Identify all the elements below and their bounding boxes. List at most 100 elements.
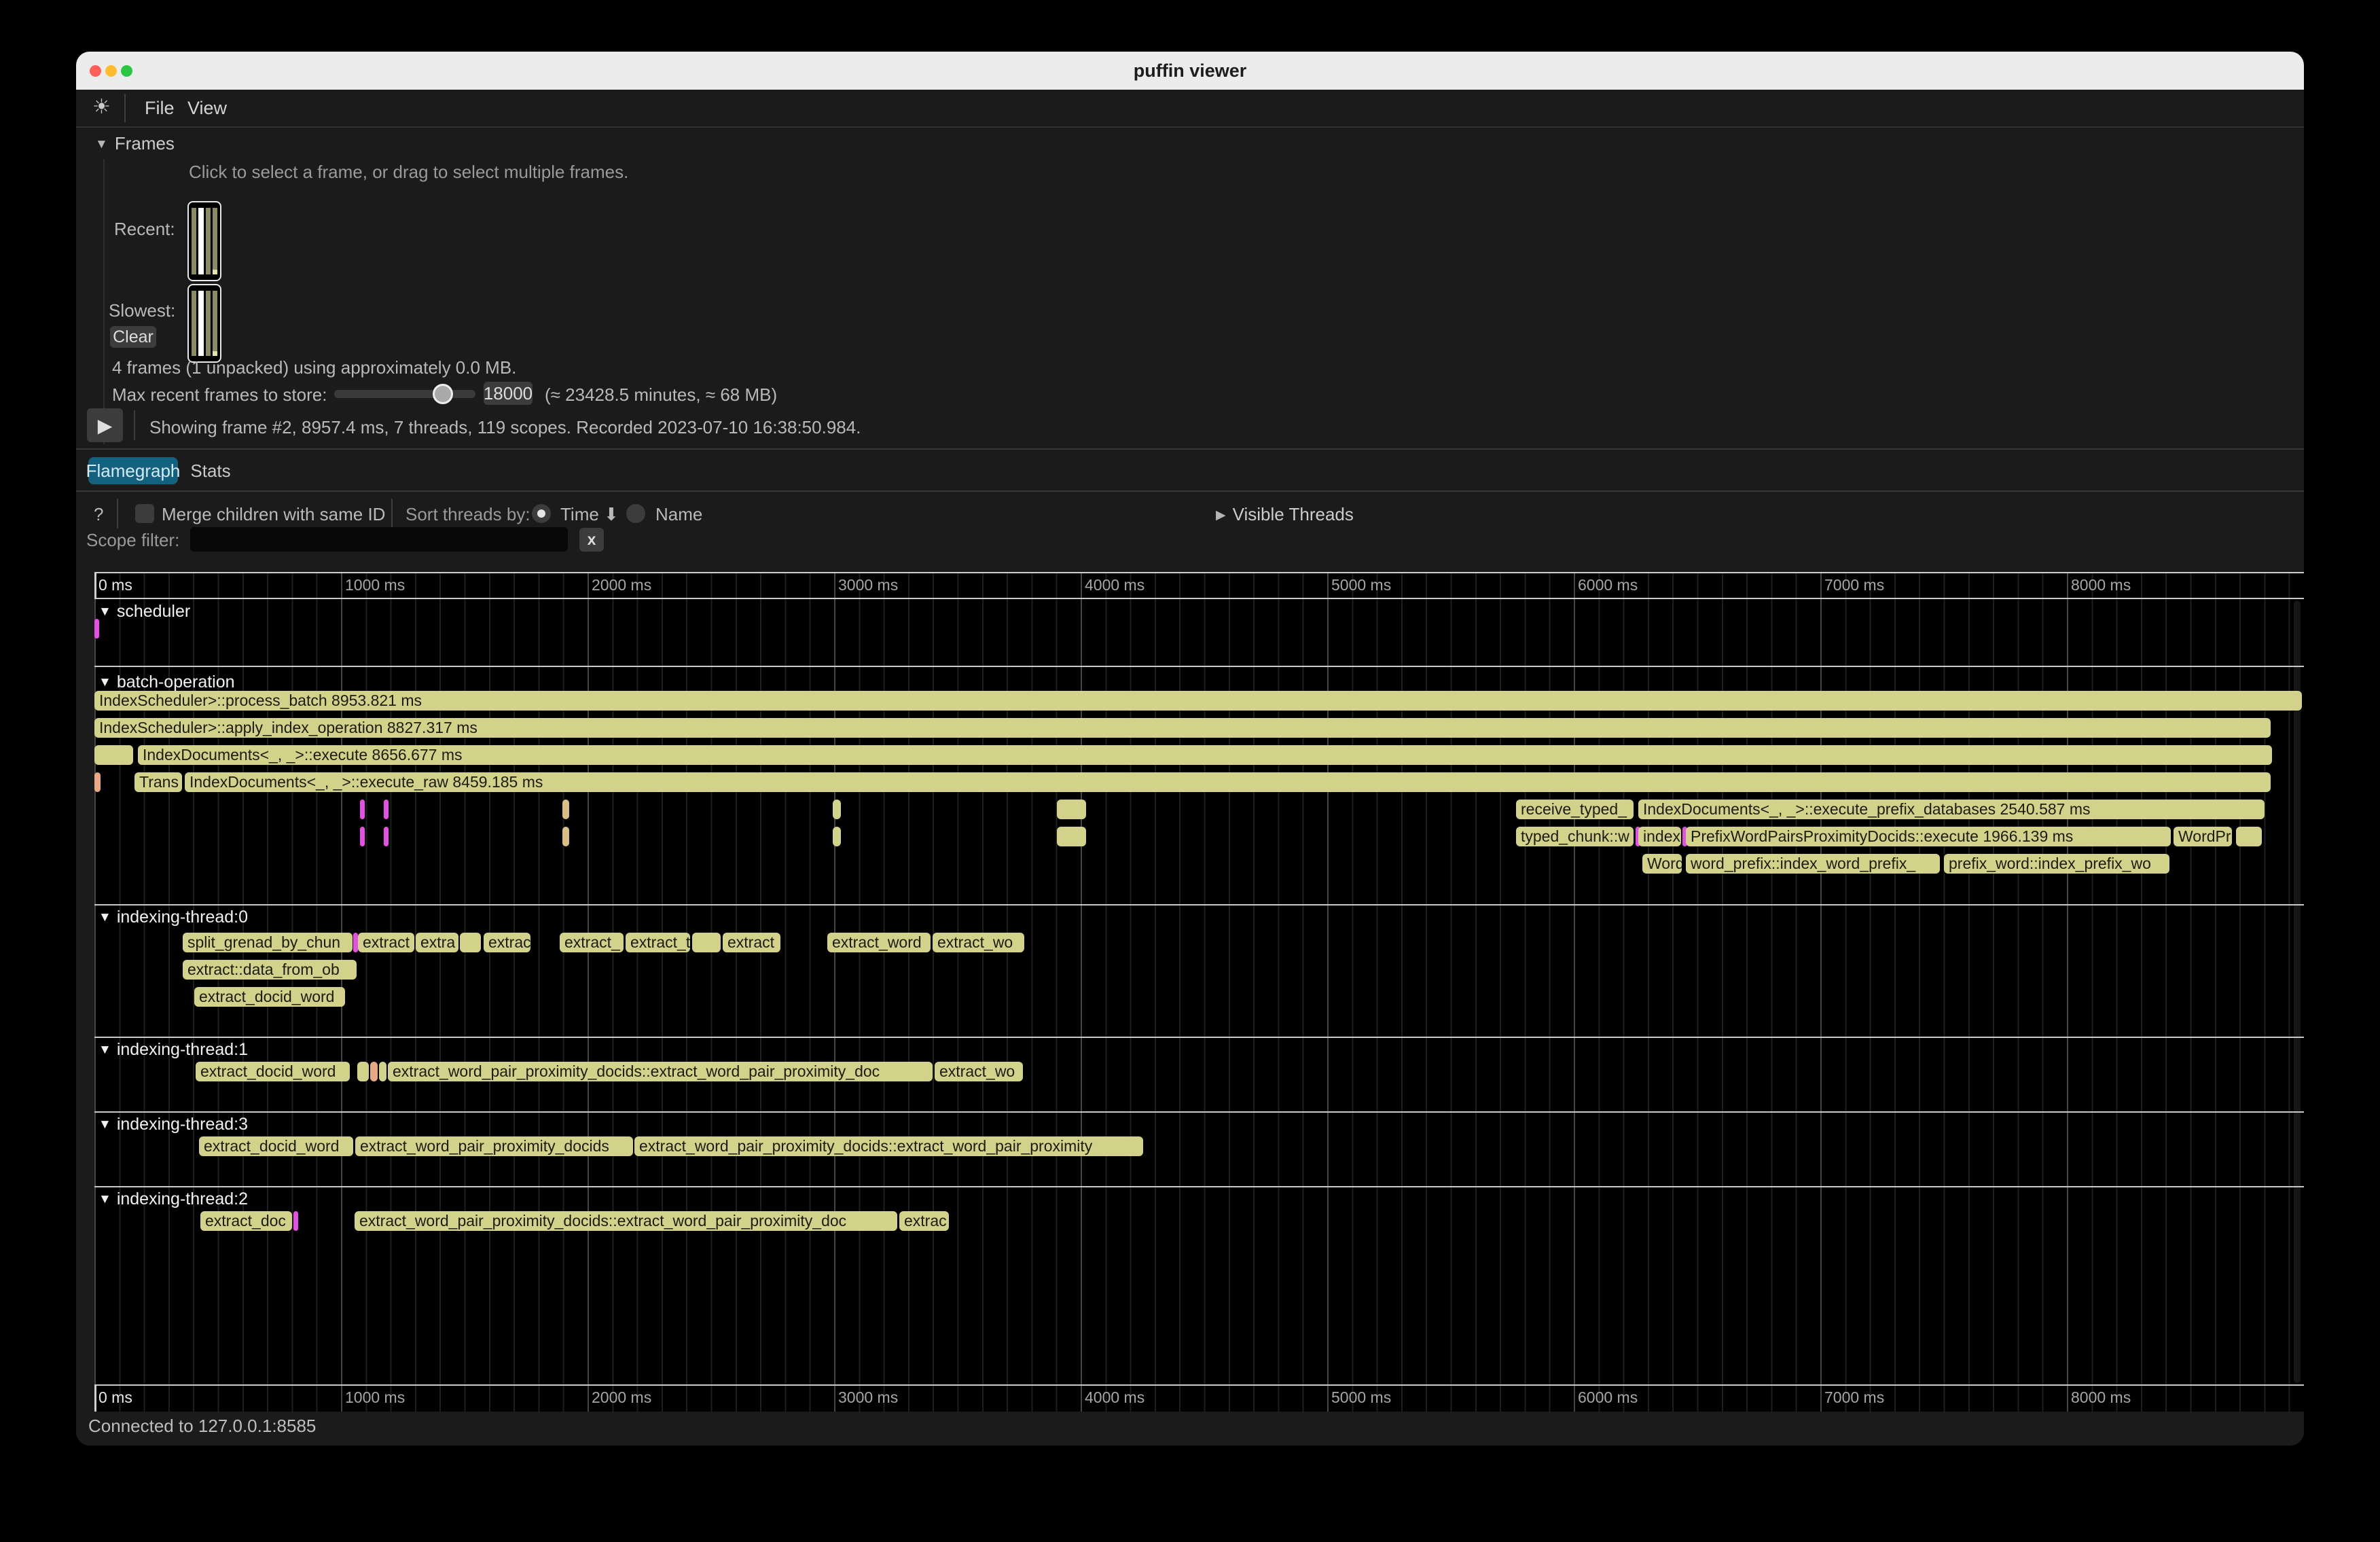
frame-bar[interactable]: [192, 291, 196, 356]
frames-info: 4 frames (1 unpacked) using approximatel…: [112, 357, 516, 378]
help-button[interactable]: ?: [94, 504, 103, 525]
frame-bar-selected[interactable]: [198, 208, 203, 274]
scope-bar[interactable]: PrefixWordPairsProximityDocids::execute …: [1686, 827, 2171, 846]
scope-bar[interactable]: IndexScheduler>::apply_index_operation 8…: [94, 718, 2271, 738]
scope-bar[interactable]: [353, 933, 358, 952]
scope-bar[interactable]: [562, 827, 569, 846]
scope-bar[interactable]: extract_docid_word: [194, 987, 345, 1007]
scope-bar[interactable]: extract: [723, 933, 780, 952]
sort-by-time-radio[interactable]: [532, 504, 551, 523]
scope-bar[interactable]: Word: [1642, 854, 1682, 874]
scope-bar[interactable]: [833, 827, 841, 846]
recent-frames-thumbnail[interactable]: [187, 201, 221, 281]
scope-bar[interactable]: extract_docid_word: [199, 1136, 353, 1156]
scope-bar[interactable]: [1057, 800, 1086, 819]
scope-bar[interactable]: extract_wo: [935, 1062, 1023, 1081]
scope-bar[interactable]: [460, 933, 481, 952]
scope-bar[interactable]: extract_: [560, 933, 624, 952]
scope-bar[interactable]: split_grenad_by_chun: [183, 933, 353, 952]
scope-bar[interactable]: [384, 800, 389, 819]
max-frames-value[interactable]: 18000: [484, 382, 533, 405]
scope-bar[interactable]: receive_typed_: [1516, 800, 1634, 819]
scope-bar[interactable]: [692, 933, 721, 952]
scope-bar[interactable]: extract: [358, 933, 414, 952]
sort-by-time-label[interactable]: Time: [560, 504, 599, 525]
menu-view[interactable]: View: [187, 98, 227, 119]
axis-tick-label: 3000 ms: [838, 1388, 898, 1407]
scope-bar[interactable]: [94, 745, 133, 765]
scope-bar[interactable]: extract::data_from_ob: [183, 960, 357, 980]
scrollbar[interactable]: [2294, 600, 2301, 1383]
scope-bar[interactable]: extract_doc: [200, 1211, 292, 1231]
scope-bar[interactable]: [94, 619, 99, 639]
scope-bar[interactable]: [357, 1062, 369, 1081]
axis-tick-label: 2000 ms: [592, 576, 651, 594]
scope-bar[interactable]: typed_chunk::w: [1516, 827, 1634, 846]
scope-bar[interactable]: [833, 800, 841, 819]
scope-bar[interactable]: IndexDocuments<_, _>::execute_raw 8459.1…: [185, 772, 2271, 792]
scope-bar[interactable]: Trans: [134, 772, 182, 792]
frames-indent-guide: [103, 159, 105, 444]
frame-bar[interactable]: [192, 208, 196, 274]
scope-bar[interactable]: [360, 827, 365, 846]
scope-bar[interactable]: extract_wo: [933, 933, 1024, 952]
scope-bar[interactable]: [1057, 827, 1086, 846]
thread-header-indexing-thread:1[interactable]: ▼indexing-thread:1: [98, 1040, 248, 1059]
scope-bar[interactable]: extract_t: [626, 933, 690, 952]
scope-bar[interactable]: WordPr: [2174, 827, 2232, 846]
flamegraph-panel[interactable]: 0 ms1000 ms2000 ms3000 ms4000 ms5000 ms6…: [94, 572, 2304, 1412]
scope-bar[interactable]: [384, 827, 389, 846]
axis-tick-label: 2000 ms: [592, 1388, 651, 1407]
scope-bar[interactable]: extract_word_pair_proximity_docids::extr…: [388, 1062, 933, 1081]
scope-bar[interactable]: extract_word_pair_proximity_docids::extr…: [634, 1136, 1143, 1156]
scope-filter-input[interactable]: [190, 527, 568, 552]
scope-bar[interactable]: word_prefix::index_word_prefix_: [1686, 854, 1940, 874]
scope-bar[interactable]: extract_docid_word: [196, 1062, 350, 1081]
frame-bar[interactable]: [213, 291, 217, 356]
frames-section-header[interactable]: ▼Frames: [95, 133, 175, 154]
play-button[interactable]: ▶: [87, 408, 123, 442]
scope-bar[interactable]: [370, 1062, 378, 1081]
clear-filter-button[interactable]: x: [579, 528, 604, 552]
section-separator: [94, 1037, 2304, 1038]
tab-stats[interactable]: Stats: [185, 457, 236, 484]
scope-bar[interactable]: extrac: [484, 933, 530, 952]
frame-bar[interactable]: [206, 208, 211, 274]
scope-bar[interactable]: extract_word_pair_proximity_docids::extr…: [355, 1211, 897, 1231]
scope-bar[interactable]: IndexDocuments<_, _>::execute 8656.677 m…: [138, 745, 2272, 765]
scope-bar[interactable]: extract_word_pair_proximity_docids: [355, 1136, 633, 1156]
scope-bar[interactable]: extrac: [899, 1211, 949, 1231]
scope-bar[interactable]: extract_word: [827, 933, 931, 952]
thread-header-scheduler[interactable]: ▼scheduler: [98, 602, 190, 621]
thread-header-indexing-thread:2[interactable]: ▼indexing-thread:2: [98, 1189, 248, 1208]
tab-flamegraph[interactable]: Flamegraph: [88, 457, 178, 484]
merge-children-checkbox[interactable]: [135, 504, 154, 523]
sort-by-name-radio[interactable]: [626, 504, 645, 523]
max-frames-slider[interactable]: [334, 390, 475, 398]
scope-bar[interactable]: prefix_word::index_prefix_wo: [1944, 854, 2169, 874]
scope-bar[interactable]: [562, 800, 569, 819]
scope-bar[interactable]: index: [1638, 827, 1681, 846]
scope-bar[interactable]: [94, 772, 101, 792]
scope-bar[interactable]: [360, 800, 365, 819]
scope-bar[interactable]: extra: [416, 933, 458, 952]
clear-button[interactable]: Clear: [110, 326, 156, 348]
visible-threads-header[interactable]: ▶Visible Threads: [1216, 504, 1354, 525]
theme-toggle-icon[interactable]: ☀: [92, 95, 111, 119]
scope-bar[interactable]: [2236, 827, 2262, 846]
thread-header-indexing-thread:0[interactable]: ▼indexing-thread:0: [98, 908, 248, 927]
frame-bar-selected[interactable]: [198, 291, 203, 356]
sort-by-name-label[interactable]: Name: [655, 504, 702, 525]
max-frames-slider-handle[interactable]: [433, 384, 453, 404]
frame-bar[interactable]: [213, 208, 217, 274]
sort-direction-icon[interactable]: ⬇: [604, 504, 619, 525]
slowest-frames-thumbnail[interactable]: [187, 284, 221, 363]
menu-file[interactable]: File: [145, 98, 175, 119]
scope-bar[interactable]: IndexDocuments<_, _>::execute_prefix_dat…: [1638, 800, 2265, 819]
thread-header-batch-operation[interactable]: ▼batch-operation: [98, 673, 235, 692]
thread-header-indexing-thread:3[interactable]: ▼indexing-thread:3: [98, 1115, 248, 1134]
scope-bar[interactable]: [293, 1211, 298, 1231]
scope-bar[interactable]: IndexScheduler>::process_batch 8953.821 …: [94, 691, 2302, 711]
scope-bar[interactable]: [379, 1062, 386, 1081]
frame-bar[interactable]: [206, 291, 211, 356]
